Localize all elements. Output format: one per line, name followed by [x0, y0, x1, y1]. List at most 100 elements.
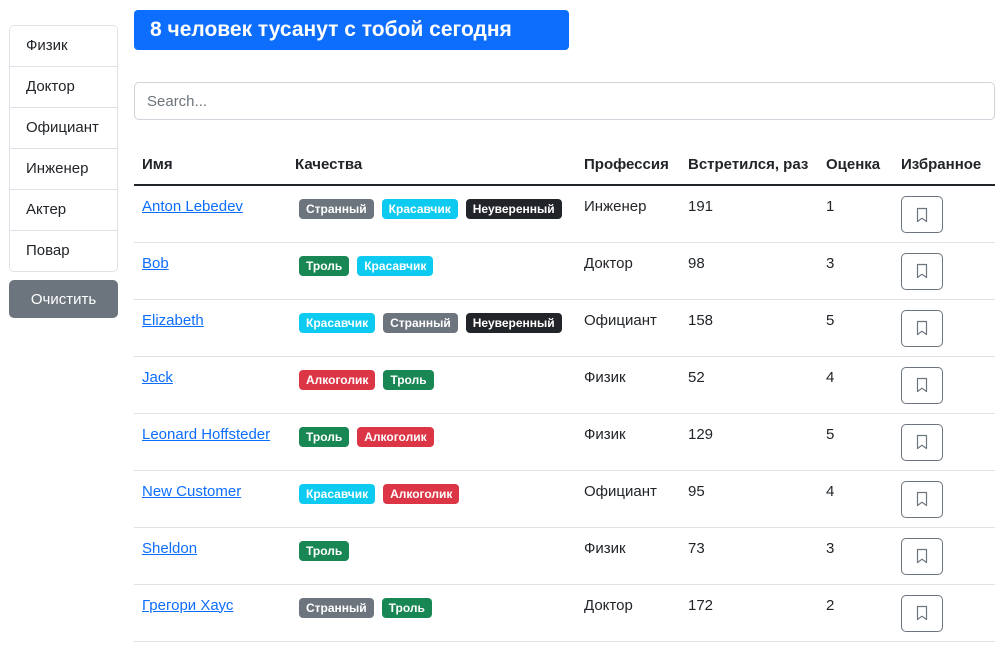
qualities-cell: Троль — [287, 527, 576, 585]
qualities-cell: Троль Алкоголик — [287, 413, 576, 471]
quality-badge: Странный — [383, 312, 458, 333]
column-header-rate[interactable]: Оценка — [818, 145, 893, 186]
favorite-toggle-button[interactable] — [901, 196, 943, 233]
rate-cell: 5 — [818, 299, 893, 357]
rate-cell: 3 — [818, 527, 893, 585]
name-cell: Sheldon — [134, 527, 287, 585]
qualities-cell: Красавчик Алкоголик — [287, 470, 576, 528]
favorite-cell — [893, 299, 995, 357]
rate-cell: 2 — [818, 584, 893, 642]
profession-list: Физик Доктор Официант Инженер Актер Повар — [9, 25, 118, 272]
column-header-met[interactable]: Встретился, раз — [680, 145, 818, 186]
quality-badge: Троль — [381, 597, 432, 618]
met-count-cell: 172 — [680, 584, 818, 642]
name-cell: Elizabeth — [134, 299, 287, 357]
qualities-cell: Красавчик Странный Неуверенный — [287, 299, 576, 357]
person-name-link[interactable]: New Customer — [142, 483, 241, 500]
favorite-toggle-button[interactable] — [901, 423, 943, 461]
quality-badge: Странный — [299, 199, 374, 219]
rate-cell: 3 — [818, 242, 893, 300]
person-name-link[interactable]: Elizabeth — [142, 312, 204, 329]
profession-item[interactable]: Актер — [10, 190, 117, 231]
table-row: Jack Алкоголик Троль Физик 52 4 — [134, 356, 995, 414]
favorite-toggle-button[interactable] — [901, 366, 943, 404]
clear-filter-button[interactable]: Очистить — [9, 280, 118, 318]
quality-badge: Неуверенный — [465, 199, 562, 219]
favorite-toggle-button[interactable] — [901, 309, 943, 347]
profession-item[interactable]: Доктор — [10, 67, 117, 108]
profession-item[interactable]: Официант — [10, 108, 117, 149]
profession-item[interactable]: Повар — [10, 231, 117, 271]
qualities-cell: Алкоголик Троль — [287, 356, 576, 414]
quality-badge: Троль — [299, 426, 350, 447]
favorite-cell — [893, 242, 995, 300]
profession-cell: Доктор — [576, 584, 680, 642]
profession-filter-sidebar: Физик Доктор Официант Инженер Актер Повар Очи… — [9, 25, 118, 318]
table-row: Sheldon Троль Физик 73 3 — [134, 527, 995, 585]
name-cell: Грегори Хаус — [134, 584, 287, 642]
quality-badge: Алкоголик — [383, 483, 460, 504]
rate-cell: 5 — [818, 413, 893, 471]
table-row: Elizabeth Красавчик Странный Неуверенный Офи… — [134, 299, 995, 357]
met-count-cell: 98 — [680, 242, 818, 300]
table-row: Грегори Хаус Странный Троль Доктор 172 2 — [134, 584, 995, 642]
quality-badge: Красавчик — [381, 199, 458, 219]
favorite-toggle-button[interactable] — [901, 594, 943, 632]
quality-badge: Троль — [299, 255, 350, 276]
met-count-cell: 129 — [680, 413, 818, 471]
profession-item[interactable]: Инженер — [10, 149, 117, 190]
name-cell: Anton Lebedev — [134, 185, 287, 243]
name-cell: Jack — [134, 356, 287, 414]
profession-item[interactable]: Физик — [10, 26, 117, 67]
profession-cell: Физик — [576, 413, 680, 471]
person-name-link[interactable]: Jack — [142, 369, 173, 386]
met-count-cell: 191 — [680, 185, 818, 243]
favorite-cell — [893, 356, 995, 414]
profession-cell: Физик — [576, 356, 680, 414]
table-row: Leonard Hoffsteder Троль Алкоголик Физик 129… — [134, 413, 995, 471]
bookmark-icon — [914, 207, 930, 223]
person-name-link[interactable]: Leonard Hoffsteder — [142, 426, 270, 443]
table-row: Anton Lebedev Странный Красавчик Неуверенны… — [134, 185, 995, 243]
person-name-link[interactable]: Грегори Хаус — [142, 597, 233, 614]
person-name-link[interactable]: Bob — [142, 255, 169, 272]
quality-badge: Странный — [299, 597, 374, 618]
profession-cell: Инженер — [576, 185, 680, 243]
favorite-toggle-button[interactable] — [901, 252, 943, 290]
quality-badge: Неуверенный — [465, 312, 562, 333]
qualities-cell: Троль Красавчик — [287, 242, 576, 300]
table-row: New Customer Красавчик Алкоголик Официант 95… — [134, 470, 995, 528]
page-title: 8 человек тусанут с тобой сегодня — [134, 10, 569, 50]
column-header-favorite[interactable]: Избранное — [893, 145, 995, 186]
profession-cell: Официант — [576, 470, 680, 528]
met-count-cell: 52 — [680, 356, 818, 414]
quality-badge: Красавчик — [357, 255, 434, 276]
column-header-profession[interactable]: Профессия — [576, 145, 680, 186]
bookmark-icon — [914, 548, 930, 564]
profession-cell: Официант — [576, 299, 680, 357]
bookmark-icon — [914, 263, 930, 279]
name-cell: Bob — [134, 242, 287, 300]
quality-badge: Троль — [299, 540, 350, 561]
qualities-cell: Странный Красавчик Неуверенный — [287, 185, 576, 243]
met-count-cell: 95 — [680, 470, 818, 528]
person-name-link[interactable]: Anton Lebedev — [142, 198, 243, 215]
column-header-name[interactable]: Имя — [134, 145, 287, 186]
rate-cell: 4 — [818, 470, 893, 528]
qualities-cell: Странный Троль — [287, 584, 576, 642]
favorite-cell — [893, 527, 995, 585]
name-cell: New Customer — [134, 470, 287, 528]
bookmark-icon — [914, 605, 930, 621]
search-input[interactable] — [134, 82, 995, 120]
favorite-toggle-button[interactable] — [901, 480, 943, 518]
bookmark-icon — [914, 491, 930, 507]
rate-cell: 1 — [818, 185, 893, 243]
favorite-cell — [893, 470, 995, 528]
table-header-row: Имя Качества Профессия Встретился, раз О… — [134, 145, 995, 186]
favorite-cell — [893, 185, 995, 243]
met-count-cell: 158 — [680, 299, 818, 357]
quality-badge: Алкоголик — [299, 369, 376, 390]
favorite-toggle-button[interactable] — [901, 537, 943, 575]
person-name-link[interactable]: Sheldon — [142, 540, 197, 557]
quality-badge: Троль — [383, 369, 434, 390]
